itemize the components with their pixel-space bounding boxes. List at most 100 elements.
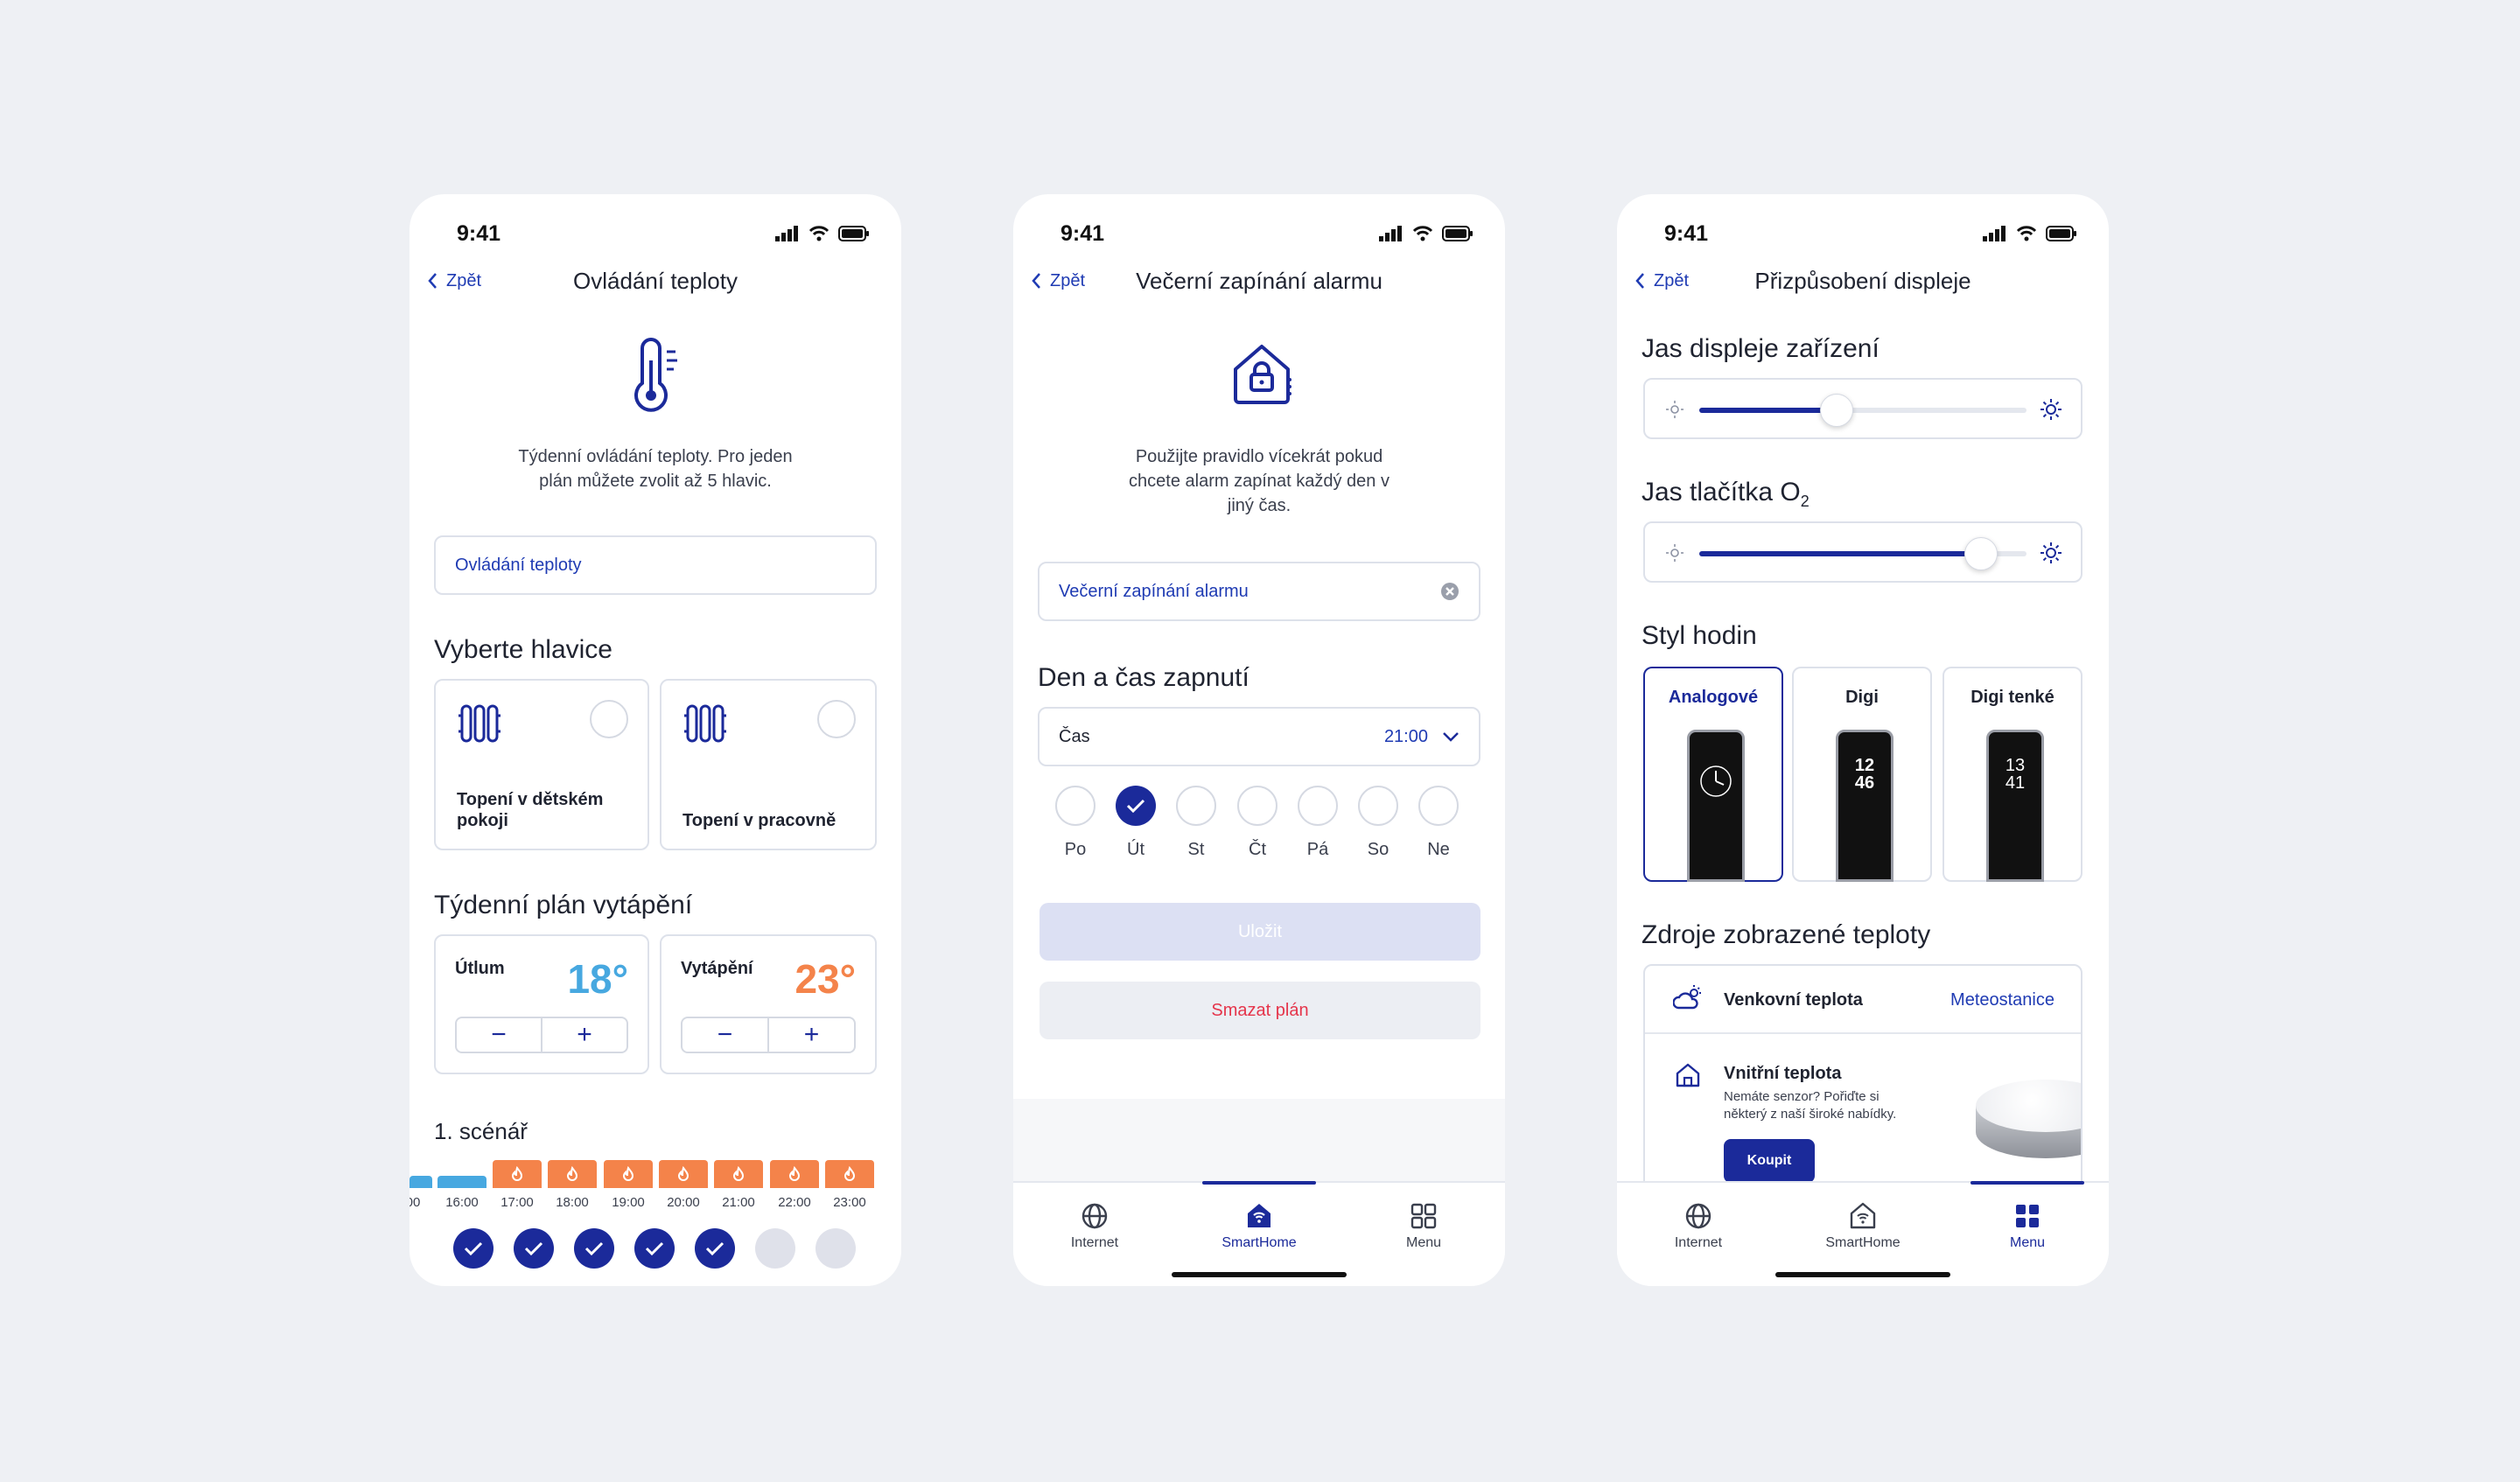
indoor-label: Vnitřní teplota <box>1724 1064 1842 1083</box>
smarthome-icon <box>1850 1202 1876 1229</box>
sun-small-icon <box>1666 401 1684 418</box>
head-label: Topení v pracovně <box>682 811 836 830</box>
delete-plan-button[interactable]: Smazat plán <box>1040 982 1480 1039</box>
day-label: Pá <box>1306 840 1329 859</box>
intro-text: Použijte pravidlo vícekrát pokud chcete … <box>1129 447 1390 515</box>
mode-temperature: 23° <box>794 956 856 1002</box>
tab-smarthome[interactable]: SmartHome <box>1806 1200 1920 1251</box>
day-toggle-po[interactable] <box>1055 786 1096 826</box>
save-button[interactable]: Uložit <box>1040 903 1480 961</box>
outdoor-label: Venkovní teplota <box>1724 990 1863 1010</box>
clear-icon[interactable] <box>1440 582 1460 601</box>
day-check-unchecked[interactable] <box>755 1228 795 1269</box>
clock-style-label: Analogové <box>1668 688 1759 707</box>
day-label: So <box>1367 840 1390 859</box>
day-check-checked[interactable] <box>514 1228 554 1269</box>
rule-name-value: Večerní zapínání alarmu <box>1059 581 1249 601</box>
head-radio[interactable] <box>817 700 856 738</box>
day-label: Po <box>1064 840 1087 859</box>
day-check-checked[interactable] <box>574 1228 614 1269</box>
head-card-office[interactable]: Topení v pracovně <box>660 679 877 850</box>
device-preview: 12 46 <box>1836 730 1894 882</box>
rule-name-input[interactable]: Večerní zapínání alarmu <box>1038 562 1480 621</box>
tab-indicator <box>1970 1181 2084 1185</box>
temperature-stepper: − + <box>455 1017 628 1053</box>
head-label: Topení v dětském pokoji <box>457 790 604 830</box>
tick-label: 19:00 <box>612 1195 645 1210</box>
chevron-down-icon <box>1443 732 1459 742</box>
day-toggle-ut[interactable] <box>1116 786 1156 826</box>
day-toggle-so[interactable] <box>1358 786 1398 826</box>
analog-clock-icon <box>1700 765 1732 797</box>
day-toggle-pa[interactable] <box>1298 786 1338 826</box>
day-toggle-st[interactable] <box>1176 786 1216 826</box>
flame-icon <box>511 1166 523 1181</box>
minus-button[interactable]: − <box>457 1018 541 1052</box>
head-radio[interactable] <box>590 700 628 738</box>
tab-bar: Internet SmartHome Menu <box>1013 1181 1505 1286</box>
tick-label: 20:00 <box>667 1195 700 1210</box>
head-card-kids-room[interactable]: Topení v dětském pokoji <box>434 679 649 850</box>
globe-icon <box>1082 1203 1108 1229</box>
schedule-bars[interactable]: 00 16:00 17:00 18:00 19:00 20:00 21:00 2… <box>410 1160 901 1221</box>
slider-knob[interactable] <box>1964 537 1998 570</box>
smarthome-icon <box>1248 1204 1270 1227</box>
clock-style-digi[interactable]: Digi 12 46 <box>1792 667 1932 882</box>
check-icon <box>584 1241 604 1255</box>
clock-style-analog[interactable]: Analogové <box>1643 667 1783 882</box>
globe-icon <box>1685 1203 1712 1229</box>
day-check-unchecked[interactable] <box>816 1228 856 1269</box>
plan-name-input[interactable]: Ovládání teploty <box>434 535 877 595</box>
radiator-icon <box>684 704 726 743</box>
home-indicator <box>1172 1272 1347 1277</box>
minus-button[interactable]: − <box>682 1018 767 1052</box>
tick-label: 18:00 <box>556 1195 589 1210</box>
status-bar: 9:41 <box>410 213 901 254</box>
plus-button[interactable]: + <box>767 1018 854 1052</box>
day-check-checked[interactable] <box>634 1228 675 1269</box>
schedule-bar-warm <box>604 1160 653 1188</box>
outdoor-source-link[interactable]: Meteostanice <box>1950 990 2054 1010</box>
buy-button[interactable]: Koupit <box>1724 1139 1815 1183</box>
wifi-icon <box>1412 226 1433 241</box>
tab-menu[interactable]: Menu <box>1970 1200 2084 1251</box>
slider-fill <box>1699 551 1981 556</box>
sun-large-icon <box>2040 542 2062 563</box>
page-title: Ovládání teploty <box>573 268 738 294</box>
day-toggle-ne[interactable] <box>1418 786 1459 826</box>
status-time: 9:41 <box>1060 220 1105 246</box>
schedule-bar-cold <box>410 1176 432 1188</box>
tab-internet[interactable]: Internet <box>1642 1200 1755 1251</box>
tab-smarthome[interactable]: SmartHome <box>1202 1200 1316 1251</box>
grid-icon <box>1410 1203 1437 1229</box>
flame-icon <box>677 1166 690 1181</box>
button-brightness-title: Jas tlačítka O2 <box>1642 478 1810 510</box>
device-brightness-slider[interactable] <box>1643 378 2082 439</box>
weekday-checks <box>410 1228 901 1272</box>
wifi-icon <box>2016 226 2037 241</box>
temperature-sources-title: Zdroje zobrazené teploty <box>1642 920 1931 949</box>
slider-knob[interactable] <box>1820 394 1854 427</box>
status-bar: 9:41 <box>1013 213 1505 254</box>
battery-icon <box>1442 226 1473 241</box>
schedule-bar-warm <box>714 1160 763 1188</box>
tab-menu[interactable]: Menu <box>1367 1200 1480 1251</box>
day-toggle-ct[interactable] <box>1237 786 1278 826</box>
day-check-checked[interactable] <box>453 1228 494 1269</box>
mode-temperature: 18° <box>567 956 628 1002</box>
thermometer-icon <box>634 338 677 412</box>
day-label: St <box>1187 840 1205 859</box>
day-check-checked[interactable] <box>695 1228 735 1269</box>
signal-icon <box>1983 226 2006 241</box>
time-select[interactable]: Čas 21:00 <box>1038 707 1480 766</box>
sun-small-icon <box>1666 544 1684 562</box>
plus-button[interactable]: + <box>541 1018 626 1052</box>
schedule-bar-warm <box>548 1160 597 1188</box>
button-brightness-slider[interactable] <box>1643 521 2082 583</box>
mode-card-heating: Vytápění 23° − + <box>660 934 877 1074</box>
flame-icon <box>788 1166 801 1181</box>
outdoor-row[interactable]: Venkovní teplota Meteostanice <box>1645 966 2081 1034</box>
clock-style-digi-thin[interactable]: Digi tenké 13 41 <box>1942 667 2082 882</box>
tab-internet[interactable]: Internet <box>1038 1200 1152 1251</box>
tick-label: 23:00 <box>833 1195 866 1210</box>
